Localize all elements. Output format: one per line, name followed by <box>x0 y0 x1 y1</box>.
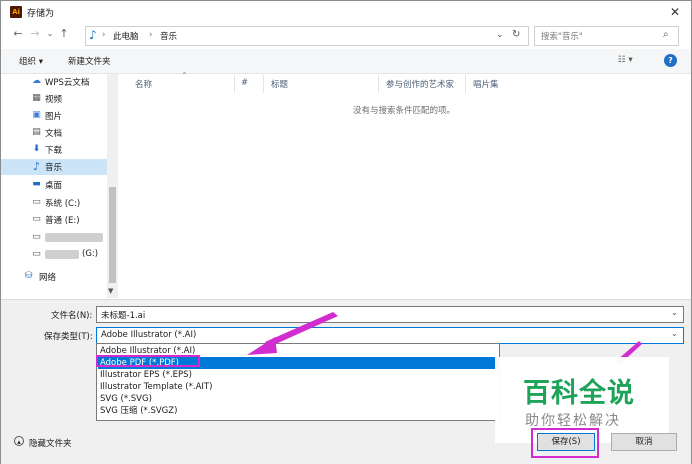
filename-label: 文件名(N): <box>51 311 93 321</box>
nav-scrollbar-thumb[interactable] <box>109 187 116 283</box>
nav-item-label: 网络 <box>39 273 57 283</box>
breadcrumb-music[interactable]: 音乐 <box>160 30 177 42</box>
scroll-down-icon[interactable]: ▼ <box>108 287 113 295</box>
help-icon[interactable]: ? <box>664 54 677 67</box>
new-folder-button[interactable]: 新建文件夹 <box>68 55 111 67</box>
column-header-name[interactable]: 名称 <box>135 78 152 90</box>
annotation-highlight-box <box>531 428 599 458</box>
nav-item-desktop[interactable]: ▬ 桌面 <box>1 177 107 193</box>
search-icon[interactable]: ⌕ <box>663 29 669 40</box>
view-options-icon[interactable]: ☷ ▾ <box>618 55 633 65</box>
download-icon: ⬇ <box>32 144 41 154</box>
annotation-highlight-box <box>96 355 200 367</box>
annotation-arrow-icon <box>247 312 338 355</box>
cancel-button[interactable]: 取消 <box>611 433 677 451</box>
column-header-artist[interactable]: 参与创作的艺术家 <box>386 78 454 90</box>
nav-item-label: (G:) <box>82 249 99 259</box>
filename-field[interactable]: 未标题-1.ai ⌄ <box>96 306 684 323</box>
filetype-option-svg[interactable]: SVG (*.SVG) <box>98 393 498 405</box>
nav-item-videos[interactable]: ▦ 视频 <box>1 91 107 107</box>
music-icon: ♪ <box>32 160 41 173</box>
sort-up-icon: ⌃ <box>181 71 188 80</box>
nav-item-label: 普通 (E:) <box>45 216 80 226</box>
address-bar[interactable]: ♪ › 此电脑 › 音乐 ⌄ ↻ <box>85 26 529 46</box>
recent-chevron-icon[interactable]: ⌄ <box>43 26 57 42</box>
breadcrumb-separator-icon: › <box>102 30 106 40</box>
title-bar: Ai 存储为 ✕ <box>1 1 691 23</box>
drive-icon: ▭ <box>32 197 41 207</box>
nav-item-label: 桌面 <box>45 181 63 191</box>
picture-icon: ▣ <box>32 110 41 120</box>
close-icon[interactable]: ✕ <box>665 3 685 21</box>
window-title: 存储为 <box>27 9 55 19</box>
command-toolbar: 组织 ▾ 新建文件夹 ☷ ▾ ? <box>1 49 691 74</box>
organize-menu[interactable]: 组织 ▾ <box>19 55 43 67</box>
redacted-drive-label <box>45 250 79 259</box>
nav-item-label: 下载 <box>45 146 63 156</box>
redacted-drive-label <box>45 233 103 242</box>
nav-item-downloads[interactable]: ⬇ 下载 <box>1 142 107 158</box>
nav-item-label: WPS云文档 <box>45 78 90 88</box>
filetype-select[interactable]: Adobe Illustrator (*.AI) ⌄ <box>96 327 684 344</box>
nav-item-label: 图片 <box>45 112 63 122</box>
filename-input[interactable]: 未标题-1.ai <box>101 309 145 321</box>
drive-icon: ▭ <box>32 214 41 224</box>
empty-folder-message: 没有与搜索条件匹配的项。 <box>353 106 456 116</box>
drive-icon: ▭ <box>32 232 41 242</box>
hide-folders-link[interactable]: 隐藏文件夹 <box>29 437 72 449</box>
nav-item-label: 系统 (C:) <box>45 199 81 209</box>
desktop-icon: ▬ <box>32 179 41 189</box>
forward-arrow-icon[interactable]: → <box>28 26 42 42</box>
column-separator[interactable] <box>263 75 264 93</box>
nav-item-network[interactable]: ⛁ 网络 <box>1 269 107 285</box>
up-arrow-icon[interactable]: ↑ <box>57 26 71 42</box>
drive-icon: ▭ <box>32 249 41 259</box>
nav-item-drive-g[interactable]: ▭ (G:) <box>1 247 107 263</box>
watermark-title: 百科全说 <box>523 378 635 409</box>
hide-folders-toggle-icon[interactable]: ▴ <box>14 436 24 446</box>
column-header-title[interactable]: 标题 <box>271 78 288 90</box>
column-header-album[interactable]: 唱片集 <box>473 78 499 90</box>
nav-item-label: 视频 <box>45 95 63 105</box>
back-arrow-icon[interactable]: ← <box>11 26 25 42</box>
column-separator[interactable] <box>234 75 235 93</box>
nav-item-drive-blurred[interactable]: ▭ <box>1 230 107 246</box>
nav-item-wps-cloud[interactable]: ☁ WPS云文档 <box>1 74 107 90</box>
column-header-number[interactable]: # <box>241 78 248 88</box>
video-icon: ▦ <box>32 93 41 103</box>
breadcrumb-separator-icon: › <box>149 30 153 40</box>
nav-item-documents[interactable]: ▤ 文档 <box>1 125 107 141</box>
column-separator[interactable] <box>378 75 379 93</box>
chevron-down-icon[interactable]: ⌄ <box>671 329 678 338</box>
nav-item-label: 文档 <box>45 129 63 139</box>
illustrator-app-icon: Ai <box>10 6 22 18</box>
column-separator[interactable] <box>465 75 466 93</box>
document-icon: ▤ <box>32 127 41 137</box>
refresh-icon[interactable]: ↻ <box>512 29 520 40</box>
nav-item-drive-e[interactable]: ▭ 普通 (E:) <box>1 212 107 228</box>
cloud-icon: ☁ <box>32 76 41 86</box>
filetype-option-ait[interactable]: Illustrator Template (*.AIT) <box>98 381 498 393</box>
breadcrumb-this-pc[interactable]: 此电脑 <box>113 30 139 42</box>
search-input[interactable]: 搜索"音乐" <box>541 30 583 42</box>
nav-item-music[interactable]: ♪ 音乐 <box>1 159 107 175</box>
network-icon: ⛁ <box>24 271 33 281</box>
filetype-option-svgz[interactable]: SVG 压缩 (*.SVGZ) <box>98 405 498 417</box>
chevron-down-icon[interactable]: ⌄ <box>671 308 678 317</box>
filetype-label: 保存类型(T): <box>44 332 93 342</box>
filetype-option-eps[interactable]: Illustrator EPS (*.EPS) <box>98 369 498 381</box>
chevron-down-icon[interactable]: ⌄ <box>496 30 504 40</box>
filetype-selected-value: Adobe Illustrator (*.AI) <box>101 330 197 340</box>
save-as-dialog: Ai 存储为 ✕ ← → ⌄ ↑ ♪ › 此电脑 › 音乐 ⌄ ↻ 搜索"音乐"… <box>0 0 692 464</box>
watermark-subtitle: 助你轻松解决 <box>525 413 621 429</box>
search-box[interactable]: 搜索"音乐" ⌕ <box>534 26 679 46</box>
nav-item-pictures[interactable]: ▣ 图片 <box>1 108 107 124</box>
nav-item-drive-c[interactable]: ▭ 系统 (C:) <box>1 195 107 211</box>
nav-item-label: 音乐 <box>45 163 63 173</box>
music-note-icon: ♪ <box>89 28 97 42</box>
